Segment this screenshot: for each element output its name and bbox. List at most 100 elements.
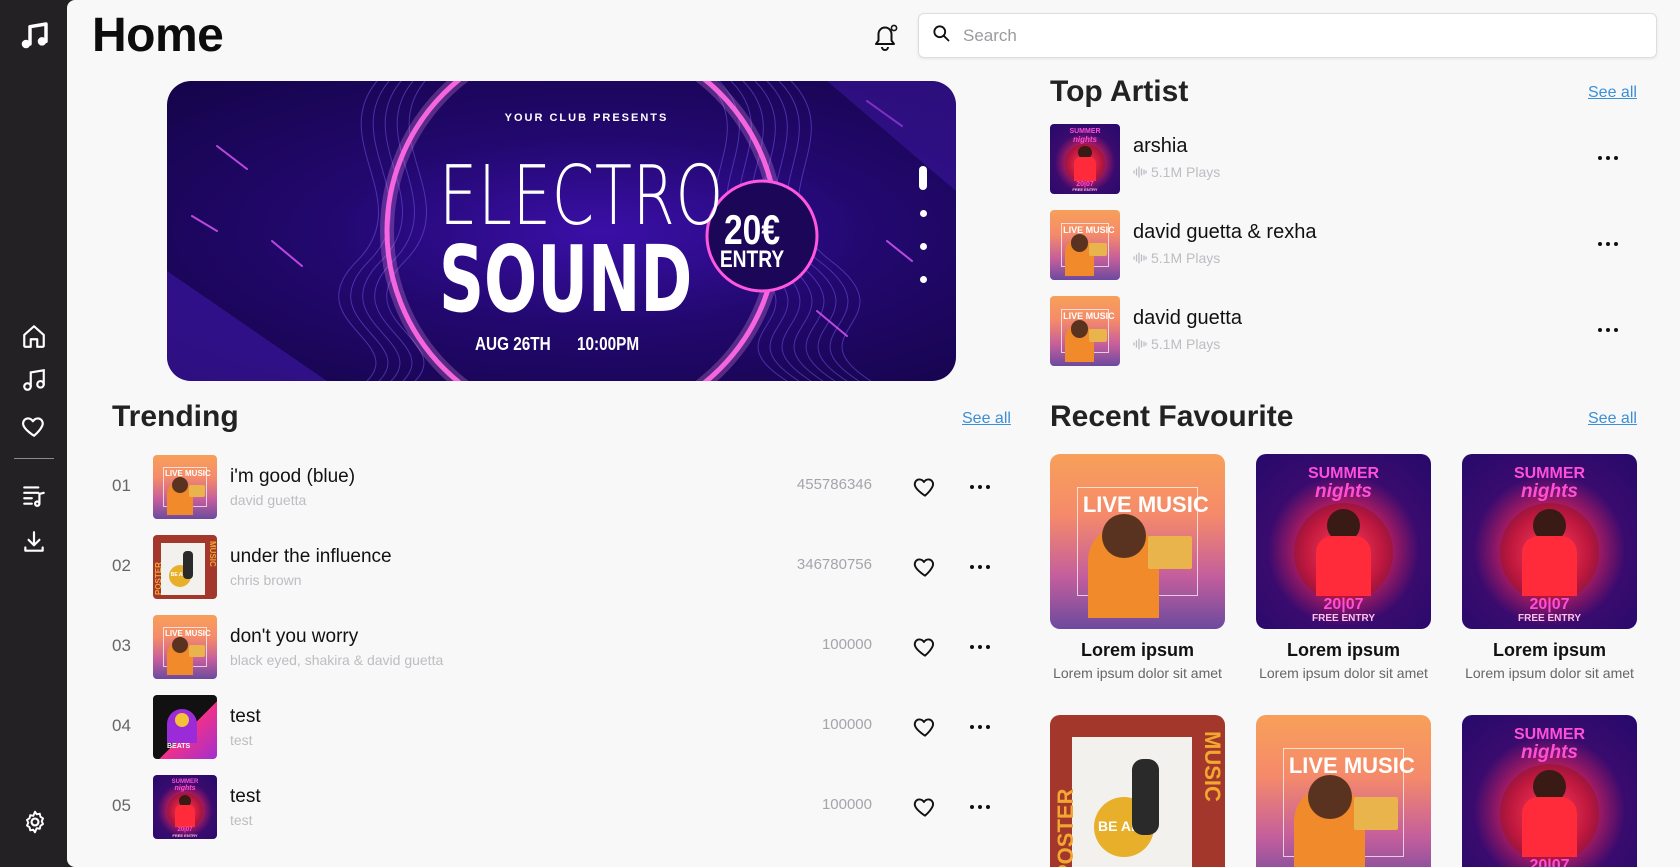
featured-banner[interactable]: YOUR CLUB PRESENTS ELECTRO SOUND 20€ ENT… — [167, 81, 956, 381]
track-cover-image[interactable]: SUMMER nights 20|07 FREE ENTRY — [153, 775, 217, 839]
artist-row[interactable]: LIVE MUSIC david guetta 5.1M Plays — [1050, 296, 1640, 368]
track-cover-image[interactable]: LIVE MUSIC — [153, 455, 217, 519]
track-cover-image[interactable]: LIVE MUSIC — [153, 615, 217, 679]
artist-image[interactable]: SUMMER nights 20|07 FREE ENTRY — [1050, 124, 1120, 194]
favourite-cover-image[interactable]: SUMMER nights 20|07 FREE ENTRY — [1462, 715, 1637, 867]
track-title[interactable]: i'm good (blue) — [230, 466, 355, 488]
banner-title-line2: SOUND — [439, 226, 693, 333]
sound-wave-icon — [1133, 166, 1147, 178]
poster-summer-text: SUMMER — [1307, 464, 1380, 482]
track-play-count: 100000 — [821, 796, 872, 813]
top-artist-see-all-link[interactable]: See all — [1588, 84, 1637, 102]
favourite-card[interactable]: SUMMER nights 20|07 FREE ENTRY Lorem ips… — [1256, 454, 1431, 681]
trending-see-all-link[interactable]: See all — [962, 410, 1011, 428]
artist-name[interactable]: david guetta — [1133, 307, 1242, 330]
carousel-dot-active[interactable] — [919, 166, 927, 190]
poster-live-music-text: LIVE MUSIC — [165, 629, 211, 638]
trending-row[interactable]: 02 POSTER MUSIC BE ART under the influen… — [112, 534, 1072, 600]
carousel-dot[interactable] — [920, 243, 927, 250]
artist-image[interactable]: LIVE MUSIC — [1050, 296, 1120, 366]
artist-name[interactable]: arshia — [1133, 135, 1187, 158]
track-artist[interactable]: black eyed, shakira & david guetta — [230, 652, 443, 668]
favourite-cover-image[interactable]: SUMMER nights 20|07 FREE ENTRY — [1462, 454, 1637, 629]
poster-live-music-text: LIVE MUSIC — [1082, 492, 1209, 518]
more-options-icon[interactable] — [967, 714, 993, 740]
favourite-title[interactable]: Lorem ipsum — [1050, 640, 1225, 661]
artist-plays-label: 5.1M Plays — [1151, 250, 1221, 266]
search-bar[interactable] — [918, 13, 1657, 58]
top-artist-title: Top Artist — [1050, 75, 1189, 108]
more-options-icon[interactable] — [967, 634, 993, 660]
favourite-card[interactable]: POSTER MUSIC BE ART — [1050, 715, 1225, 867]
track-title[interactable]: test — [230, 786, 261, 808]
trending-row[interactable]: 03 LIVE MUSIC don't you worry black eyed… — [112, 614, 1072, 680]
more-options-icon[interactable] — [1595, 231, 1621, 257]
favourite-title[interactable]: Lorem ipsum — [1462, 640, 1637, 661]
nav-favourites-icon[interactable] — [20, 412, 48, 440]
main-content: Home Search YOUR CLUB PRESENTS ELECTRO S… — [67, 0, 1680, 867]
more-options-icon[interactable] — [967, 554, 993, 580]
more-options-icon[interactable] — [1595, 317, 1621, 343]
nav-home-icon[interactable] — [20, 322, 48, 350]
more-options-icon[interactable] — [967, 474, 993, 500]
favourite-card[interactable]: SUMMER nights 20|07 FREE ENTRY Lorem ips… — [1462, 454, 1637, 681]
track-cover-image[interactable]: BEATS — [153, 695, 217, 759]
track-title[interactable]: test — [230, 706, 261, 728]
favourite-subtitle: Lorem ipsum dolor sit amet — [1465, 665, 1634, 681]
poster-nights-text: nights — [1521, 481, 1578, 503]
favourite-card[interactable]: LIVE MUSIC — [1256, 715, 1431, 867]
poster-music-text: MUSIC — [1200, 731, 1225, 803]
artist-plays: 5.1M Plays — [1133, 336, 1220, 352]
track-artist[interactable]: chris brown — [230, 572, 302, 588]
artist-image[interactable]: LIVE MUSIC — [1050, 210, 1120, 280]
trending-row[interactable]: 01 LIVE MUSIC i'm good (blue) david guet… — [112, 454, 1072, 520]
favourite-cover-image[interactable]: SUMMER nights 20|07 FREE ENTRY — [1256, 454, 1431, 629]
track-artist[interactable]: david guetta — [230, 492, 306, 508]
track-artist[interactable]: test — [230, 812, 253, 828]
trending-row[interactable]: 04 BEATS test test 100000 — [112, 694, 1072, 760]
like-heart-icon[interactable] — [912, 714, 938, 740]
like-heart-icon[interactable] — [912, 554, 938, 580]
poster-live-music-text: LIVE MUSIC — [1063, 311, 1115, 322]
nav-playlist-icon[interactable] — [20, 481, 48, 509]
favourite-cover-image[interactable]: LIVE MUSIC — [1050, 454, 1225, 629]
more-options-icon[interactable] — [1595, 145, 1621, 171]
notification-bell-icon[interactable] — [870, 20, 900, 52]
trending-row[interactable]: 05 SUMMER nights 20|07 FREE ENTRY test t… — [112, 774, 1072, 840]
track-cover-image[interactable]: POSTER MUSIC BE ART — [153, 535, 217, 599]
app-logo-icon[interactable] — [18, 20, 50, 52]
banner-date: AUG 26TH — [475, 334, 551, 354]
recent-favourite-see-all-link[interactable]: See all — [1588, 410, 1637, 428]
poster-date-text: 20|07 — [1529, 857, 1570, 867]
nav-music-icon[interactable] — [20, 366, 48, 394]
sound-wave-icon — [1133, 338, 1147, 350]
carousel-dot[interactable] — [920, 276, 927, 283]
track-title[interactable]: don't you worry — [230, 626, 358, 648]
favourite-title[interactable]: Lorem ipsum — [1256, 640, 1431, 661]
search-input[interactable] — [963, 25, 1643, 46]
track-play-count: 455786346 — [796, 476, 872, 493]
settings-icon[interactable] — [21, 808, 49, 836]
poster-live-music-text: LIVE MUSIC — [1063, 225, 1115, 236]
artist-name[interactable]: david guetta & rexha — [1133, 221, 1316, 244]
sidebar — [0, 0, 67, 867]
artist-plays-label: 5.1M Plays — [1151, 336, 1221, 352]
more-options-icon[interactable] — [967, 794, 993, 820]
favourite-card[interactable]: LIVE MUSIC Lorem ipsum Lorem ipsum dolor… — [1050, 454, 1225, 681]
like-heart-icon[interactable] — [912, 794, 938, 820]
sidebar-divider — [14, 458, 54, 459]
track-number: 03 — [112, 636, 131, 655]
nav-download-icon[interactable] — [20, 528, 48, 556]
like-heart-icon[interactable] — [912, 634, 938, 660]
carousel-dot[interactable] — [920, 210, 927, 217]
favourite-cover-image[interactable]: POSTER MUSIC BE ART — [1050, 715, 1225, 867]
favourite-card[interactable]: SUMMER nights 20|07 FREE ENTRY — [1462, 715, 1637, 867]
track-artist[interactable]: test — [230, 732, 253, 748]
like-heart-icon[interactable] — [912, 474, 938, 500]
banner-entry: ENTRY — [719, 246, 785, 273]
recent-favourite-title: Recent Favourite — [1050, 400, 1294, 433]
track-title[interactable]: under the influence — [230, 546, 392, 568]
artist-row[interactable]: SUMMER nights 20|07 FREE ENTRY arshia 5.… — [1050, 124, 1640, 196]
favourite-cover-image[interactable]: LIVE MUSIC — [1256, 715, 1431, 867]
artist-row[interactable]: LIVE MUSIC david guetta & rexha 5.1M Pla… — [1050, 210, 1640, 282]
